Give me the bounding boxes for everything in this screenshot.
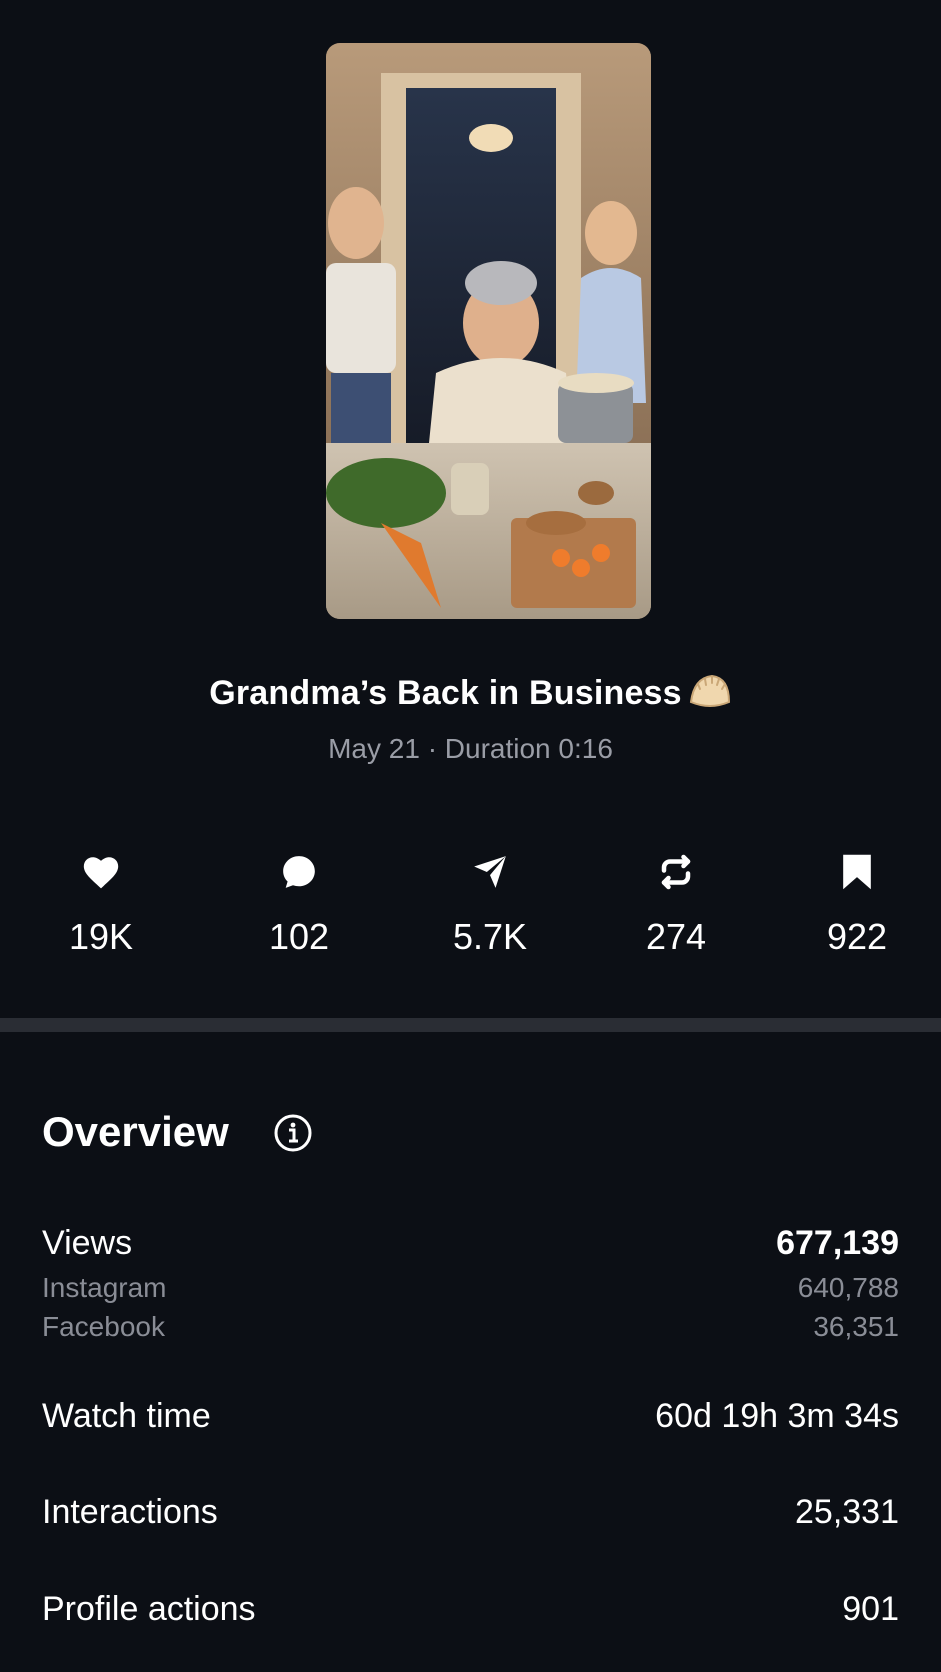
post-title-text: Grandma’s Back in Business	[209, 674, 682, 712]
reel-thumbnail[interactable]	[326, 43, 651, 619]
watch-time-value: 60d 19h 3m 34s	[655, 1397, 899, 1435]
heart-icon	[26, 850, 176, 894]
profile-actions-value: 901	[842, 1590, 899, 1628]
meta-separator: ·	[427, 733, 438, 764]
watch-time-label: Watch time	[42, 1397, 211, 1435]
post-meta: May 21 · Duration 0:16	[0, 733, 941, 765]
info-icon[interactable]	[273, 1113, 313, 1153]
repost-icon	[601, 850, 751, 894]
instagram-label: Instagram	[42, 1272, 167, 1303]
comments-count: 102	[268, 916, 330, 957]
saves-stat: 922	[782, 850, 932, 958]
section-divider	[0, 1018, 941, 1032]
profile-actions-label[interactable]: Profile actions	[42, 1590, 256, 1629]
instagram-value: 640,788	[797, 1272, 899, 1303]
shares-count: 5.7K	[452, 916, 528, 957]
facebook-label: Facebook	[42, 1311, 165, 1342]
comment-icon	[224, 850, 374, 894]
post-duration: Duration 0:16	[444, 733, 613, 764]
bookmark-icon	[782, 850, 932, 894]
share-icon	[415, 850, 565, 894]
reposts-count: 274	[645, 916, 707, 957]
facebook-value: 36,351	[813, 1311, 899, 1342]
post-title: Grandma’s Back in Business	[0, 672, 941, 719]
post-insights-screen: Grandma’s Back in Business May 21 · Dura…	[0, 0, 941, 1672]
post-date: May 21	[328, 733, 420, 764]
comments-stat: 102	[224, 850, 374, 958]
shares-stat: 5.7K	[415, 850, 565, 958]
overview-heading: Overview	[42, 1108, 229, 1155]
dumpling-emoji-icon	[688, 672, 732, 719]
interactions-value: 25,331	[795, 1493, 899, 1531]
likes-stat: 19K	[26, 850, 176, 958]
interactions-label[interactable]: Interactions	[42, 1493, 218, 1532]
thumbnail-illustration	[326, 43, 651, 619]
views-label: Views	[42, 1224, 133, 1262]
reposts-stat: 274	[601, 850, 751, 958]
likes-count: 19K	[68, 916, 134, 957]
views-value: 677,139	[776, 1224, 899, 1262]
saves-count: 922	[826, 916, 888, 957]
